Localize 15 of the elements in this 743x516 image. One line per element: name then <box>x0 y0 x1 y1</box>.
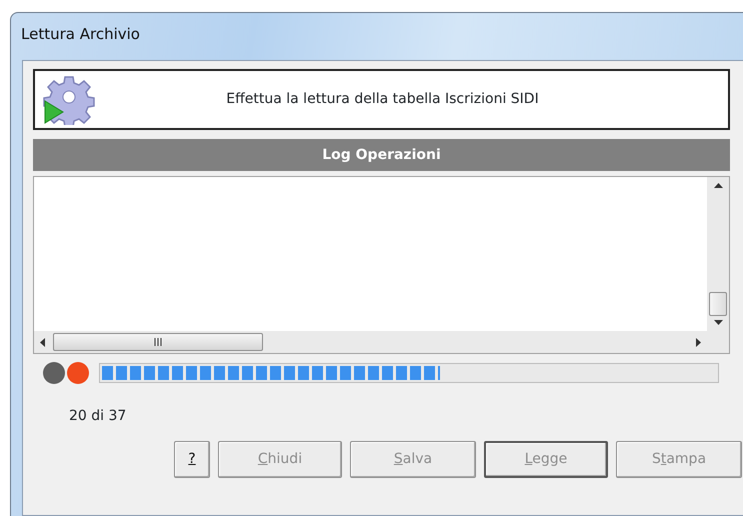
horizontal-scrollbar[interactable] <box>34 331 707 353</box>
vertical-scrollbar[interactable] <box>707 177 729 331</box>
grip-icon <box>154 338 162 346</box>
scroll-down-icon[interactable] <box>714 320 722 325</box>
window-title: Lettura Archivio <box>21 24 140 45</box>
gear-play-icon <box>41 74 97 124</box>
scroll-thumb[interactable] <box>53 333 263 351</box>
scroll-right-icon[interactable] <box>696 338 701 346</box>
scroll-left-icon[interactable] <box>40 338 45 346</box>
log-title-bar: Log Operazioni <box>33 139 730 171</box>
dialog-button[interactable]: ? <box>174 441 210 478</box>
header-text: Effettua la lettura della tabella Iscrizioni SIDI <box>225 90 540 109</box>
scroll-up-icon[interactable] <box>714 183 722 188</box>
progress-count: 20 di 37 <box>69 408 126 424</box>
scroll-thumb[interactable] <box>709 292 727 316</box>
